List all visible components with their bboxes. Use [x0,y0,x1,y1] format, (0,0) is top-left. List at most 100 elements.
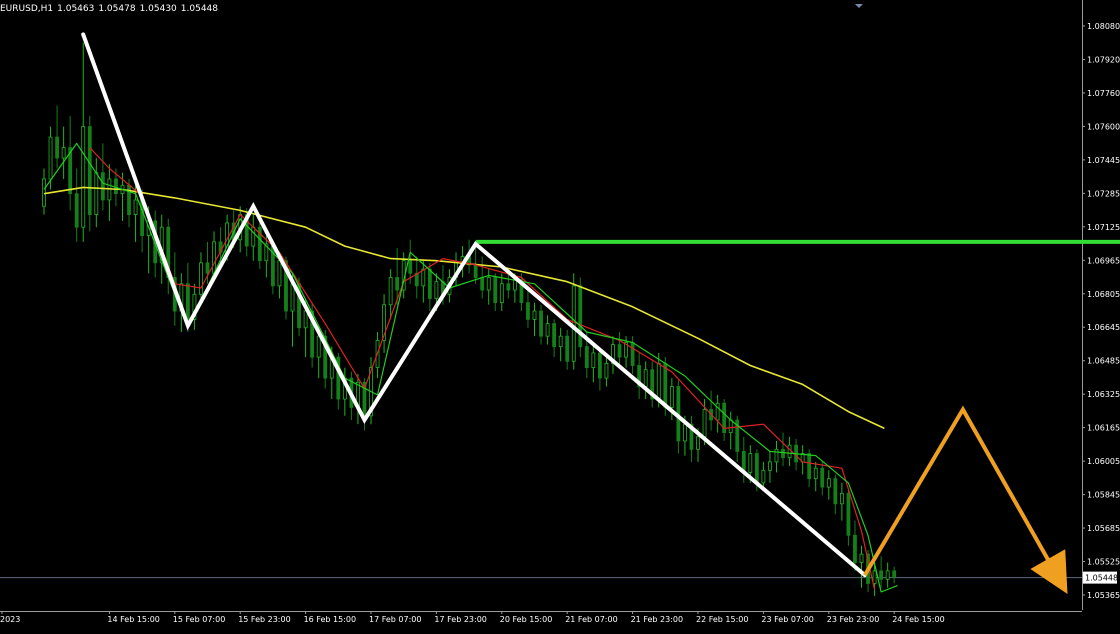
candle-body [859,553,864,563]
time-tick-label: 21 Feb 23:00 [631,615,683,624]
time-tick-label: 2023 [0,615,20,624]
candle-body [807,453,812,480]
candle-body [669,386,674,408]
time-tick-label: 15 Feb 07:00 [173,615,225,624]
price-tick-label: 1.05685 [1087,524,1120,533]
candle-body [853,534,857,563]
candle-body [545,323,550,337]
time-tick-label: 24 Feb 15:00 [892,615,944,624]
price-tick-label: 1.06805 [1087,290,1120,299]
price-tick-label: 1.06485 [1087,357,1120,366]
candle-body [48,136,53,180]
symbol-label: EURUSD,H1 [0,4,54,14]
price-tick-label: 1.06325 [1087,390,1120,399]
candle-body [754,453,759,484]
time-tick-label: 20 Feb 15:00 [500,615,552,624]
chart-header: EURUSD,H1 1.05463 1.05478 1.05430 1.05448 [0,4,222,14]
candle-body [630,342,635,366]
price-tick-label: 1.05845 [1087,491,1120,500]
candle-body [526,302,530,320]
candle-body [316,335,321,358]
candle-body [212,241,216,274]
candle-body [885,570,890,580]
candle-body [506,283,511,291]
candle-body [768,461,772,471]
candle-body [493,277,498,304]
time-tick-label: 16 Feb 15:00 [304,615,356,624]
candle-body [133,199,138,216]
candle-body [532,310,537,320]
candle-body [839,492,844,505]
time-tick-label: 14 Feb 15:00 [107,615,159,624]
candle-body [702,409,707,438]
candle-body [270,243,275,287]
price-tick-label: 1.06165 [1087,424,1120,433]
candle-body [61,147,66,159]
time-tick-label: 15 Feb 23:00 [238,615,290,624]
price-chart[interactable]: 1.08080 1.07920 1.07760 1.07600 1.07445 1.072… [0,0,1120,630]
candle-body [55,136,59,159]
candle-body [81,126,86,228]
price-tick-label: 1.05365 [1087,591,1120,600]
candle-body [879,570,884,580]
candle-body [100,172,105,201]
ohlc-low: 1.05430 [139,4,177,14]
time-tick-label: 17 Feb 07:00 [369,615,421,624]
candle-body [663,363,668,408]
candle-body [656,363,661,400]
candle-body [598,352,602,379]
price-tick-label: 1.08080 [1087,22,1120,31]
candle-body [826,478,831,488]
candle-body [185,283,190,320]
candle-body [578,285,583,348]
price-tick-label: 1.06005 [1087,457,1120,466]
time-tick-label: 23 Feb 07:00 [761,615,813,624]
ohlc-close: 1.05448 [180,4,218,14]
price-tick-label: 1.07125 [1087,223,1120,232]
candle-body [696,436,700,450]
price-tick-label: 1.07760 [1087,89,1120,98]
candle-body [571,285,576,362]
candle-body [584,346,589,369]
candle-body [473,264,478,278]
price-tick-label: 1.07285 [1087,189,1120,198]
candle-body [512,279,517,291]
candle-body [558,335,563,348]
candle-body [774,448,779,463]
candle-body [408,260,413,274]
candle-body [748,453,753,473]
candle-body [87,126,92,216]
candle-body [251,226,256,247]
candle-body [728,419,733,433]
candle-body [761,469,766,484]
time-tick-label: 21 Feb 07:00 [565,615,617,624]
candle-body [421,268,426,287]
candle-body [277,260,282,287]
price-tick-label: 1.07920 [1087,55,1120,64]
candle-body [42,178,46,207]
candle-body [683,423,687,442]
time-tick-label: 23 Feb 23:00 [827,615,879,624]
price-tick-label: 1.06965 [1087,256,1120,265]
candle-body [114,178,118,195]
candle-body [591,352,596,369]
candle-body [604,363,609,379]
candle-body [480,277,485,291]
candle-body [872,570,877,584]
candle-body [395,277,400,291]
candle-body [199,262,203,295]
price-tick-label: 1.07600 [1087,122,1120,131]
candle-body [499,283,504,304]
price-tick-label: 1.06645 [1087,323,1120,332]
candle-body [617,344,622,358]
ohlc-open: 1.05463 [57,4,95,14]
candle-body [643,369,648,387]
candle-body [94,172,99,216]
candle-body [388,277,393,306]
candle-body [892,570,897,578]
time-tick-label: 22 Feb 15:00 [696,615,748,624]
candle-body [74,193,79,228]
candle-body [427,268,432,299]
time-tick-label: 17 Feb 23:00 [434,615,486,624]
candle-body [820,467,825,488]
